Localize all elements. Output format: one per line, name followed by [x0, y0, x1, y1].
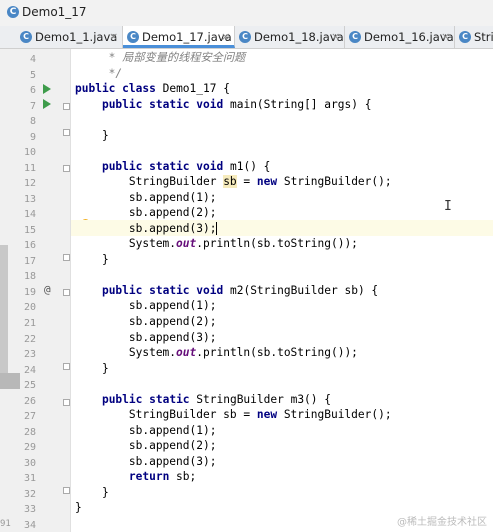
line-number: 6 [29, 85, 36, 97]
tab-demo1-1[interactable]: C Demo1_1.java × [16, 26, 123, 48]
close-icon[interactable]: × [441, 26, 450, 48]
java-class-icon: C [127, 31, 139, 43]
java-class-icon: C [239, 31, 251, 43]
text-cursor-ibeam: I [444, 199, 452, 214]
code-line[interactable]: sb.append(2); [75, 438, 217, 454]
run-gutter-icon[interactable] [43, 99, 51, 109]
line-number: 31 [23, 473, 36, 485]
line-number: 30 [23, 457, 36, 469]
line-number: 5 [29, 69, 36, 81]
code-line[interactable]: sb.append(3); [75, 454, 217, 470]
fold-icon[interactable] [63, 103, 70, 110]
window-title-bar: C Demo1_17 [0, 0, 493, 27]
code-line[interactable]: } [75, 500, 82, 516]
line-number: 15 [23, 224, 36, 236]
editor-tab-bar: C Demo1_1.java × C Demo1_17.java × C Dem… [0, 26, 493, 49]
tab-string[interactable]: C Strin [455, 26, 493, 48]
line-number: 14 [23, 209, 36, 221]
line-number: 12 [23, 178, 36, 190]
code-line[interactable]: sb.append(3); [75, 221, 218, 237]
line-number: 7 [29, 100, 36, 112]
watermark: @稀土掘金技术社区 [397, 517, 487, 528]
window-title: Demo1_17 [22, 5, 87, 19]
fold-icon[interactable] [63, 165, 70, 172]
line-number: 28 [23, 426, 36, 438]
code-line[interactable]: * 局部变量的线程安全问题 [75, 50, 246, 66]
line-number: 33 [23, 504, 36, 516]
line-number: 9 [29, 131, 36, 143]
code-line[interactable]: StringBuilder sb = new StringBuilder(); [75, 174, 392, 190]
java-class-icon: C [7, 6, 19, 18]
code-line[interactable]: } [75, 485, 109, 501]
line-number: 34 [23, 519, 36, 531]
fold-icon[interactable] [63, 363, 70, 370]
java-class-icon: C [20, 31, 32, 43]
fold-icon[interactable] [63, 487, 70, 494]
tab-label: Strin [474, 30, 493, 44]
line-number: 11 [23, 162, 36, 174]
code-line[interactable]: public static void main(String[] args) { [75, 97, 371, 113]
java-class-icon: C [349, 31, 361, 43]
close-icon[interactable]: × [109, 26, 118, 48]
code-line[interactable]: sb.append(1); [75, 423, 217, 439]
cut-off-number: 91 [0, 519, 11, 529]
tab-label: Demo1_1.java [35, 30, 118, 44]
line-number: 22 [23, 333, 36, 345]
code-line[interactable]: sb.append(1); [75, 298, 217, 314]
code-line[interactable]: } [75, 252, 109, 268]
line-number: 17 [23, 255, 36, 267]
run-gutter-icon[interactable] [43, 84, 51, 94]
line-number: 26 [23, 395, 36, 407]
code-line[interactable]: sb.append(2); [75, 314, 217, 330]
code-line[interactable]: StringBuilder sb = new StringBuilder(); [75, 407, 392, 423]
code-line[interactable]: return sb; [75, 469, 196, 485]
code-editor[interactable]: * 局部变量的线程安全问题 */public class Demo1_17 { … [71, 49, 493, 532]
code-line[interactable]: } [75, 361, 109, 377]
tab-demo1-17[interactable]: C Demo1_17.java × [123, 26, 235, 48]
tab-demo1-18[interactable]: C Demo1_18.java × [235, 26, 345, 48]
code-line[interactable]: sb.append(2); [75, 205, 217, 221]
line-number: 29 [23, 442, 36, 454]
line-number: 4 [29, 54, 36, 65]
tab-demo1-16[interactable]: C Demo1_16.java × [345, 26, 455, 48]
code-line[interactable]: */ [75, 66, 122, 82]
code-line[interactable]: public class Demo1_17 { [75, 81, 230, 97]
fold-icon[interactable] [63, 289, 70, 296]
fold-icon[interactable] [63, 129, 70, 136]
line-number: 18 [23, 271, 36, 283]
line-number: 27 [23, 411, 36, 423]
at-override-icon[interactable]: @ [44, 283, 51, 296]
code-line[interactable]: System.out.println(sb.toString()); [75, 345, 358, 361]
close-icon[interactable]: × [221, 26, 230, 48]
line-number: 13 [23, 193, 36, 205]
code-line[interactable]: sb.append(3); [75, 330, 217, 346]
code-line[interactable]: sb.append(1); [75, 190, 217, 206]
code-line[interactable]: public static void m1() { [75, 159, 270, 175]
line-number: 23 [23, 349, 36, 361]
code-line[interactable]: System.out.println(sb.toString()); [75, 236, 358, 252]
text-caret [216, 222, 218, 236]
line-number: 21 [23, 318, 36, 329]
code-line[interactable]: public static void m2(StringBuilder sb) … [75, 283, 378, 299]
line-number: 24 [23, 364, 36, 376]
line-number: 32 [23, 488, 36, 500]
line-number: 19 [23, 286, 36, 298]
line-number: 8 [29, 116, 36, 128]
line-number: 10 [23, 147, 36, 159]
line-number: 20 [23, 302, 36, 314]
line-number: 25 [23, 380, 36, 392]
line-number: 16 [23, 240, 36, 252]
gutter-selection [0, 245, 8, 385]
code-line[interactable]: } [75, 128, 109, 144]
tab-label: Demo1_17.java [142, 30, 232, 44]
java-class-icon: C [459, 31, 471, 43]
code-line[interactable]: public static StringBuilder m3() { [75, 392, 331, 408]
close-icon[interactable]: × [331, 26, 340, 48]
fold-icon[interactable] [63, 399, 70, 406]
fold-icon[interactable] [63, 254, 70, 261]
editor-gutter[interactable]: 4 5 6 7 8 9 10 11 12 13 14 15 16 17 18 19 20 21 22 23 24 25 26… [0, 49, 90, 532]
